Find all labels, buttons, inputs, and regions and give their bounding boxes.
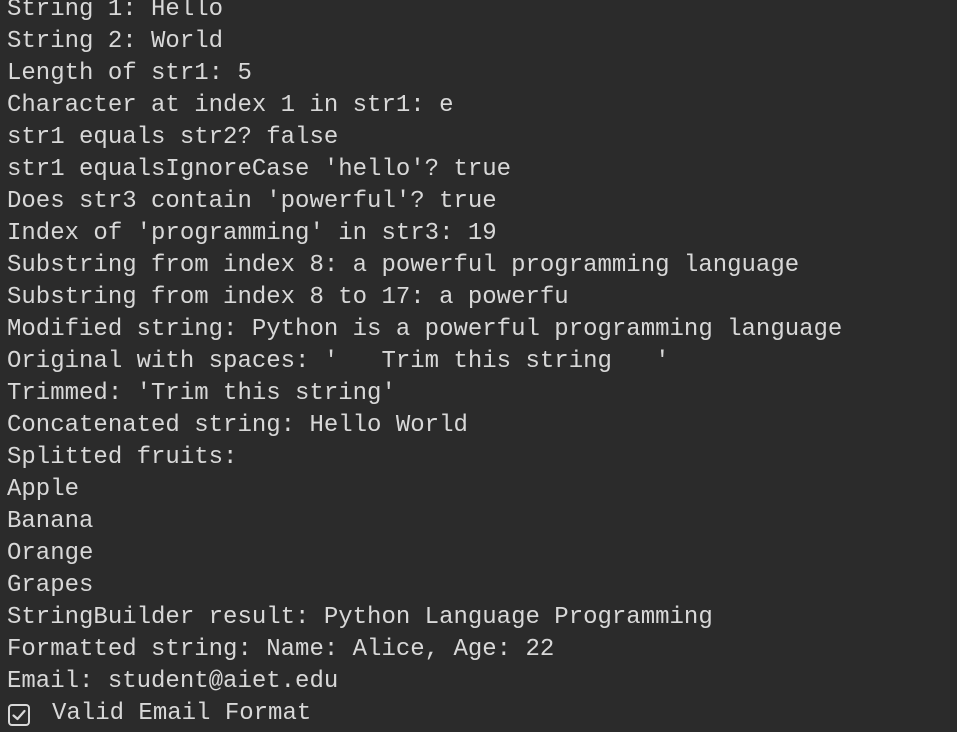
console-line: String 1: Hello xyxy=(7,0,224,23)
console-line: Modified string: Python is a powerful pr… xyxy=(7,316,843,343)
console-line: Substring from index 8: a powerful progr… xyxy=(7,252,800,279)
console-output: String 1: Hello String 2: World Length o… xyxy=(0,0,957,732)
console-line: Index of 'programming' in str3: 19 xyxy=(7,220,497,247)
console-line: Grapes xyxy=(7,572,94,599)
console-line: Apple xyxy=(7,476,80,503)
console-line: Does str3 contain 'powerful'? true xyxy=(7,188,497,215)
console-line: Original with spaces: ' Trim this string… xyxy=(7,348,670,375)
console-line: StringBuilder result: Python Language Pr… xyxy=(7,604,713,631)
console-line: Trimmed: 'Trim this string' xyxy=(7,380,396,407)
console-line: Splitted fruits: xyxy=(7,444,238,471)
console-line: Banana xyxy=(7,508,94,535)
console-line: Email: student@aiet.edu xyxy=(7,668,339,695)
console-line: Formatted string: Name: Alice, Age: 22 xyxy=(7,636,555,663)
console-line: Substring from index 8 to 17: a powerfu xyxy=(7,284,569,311)
console-line: str1 equalsIgnoreCase 'hello'? true xyxy=(7,156,512,183)
console-line: str1 equals str2? false xyxy=(7,124,339,151)
console-line: Concatenated string: Hello World xyxy=(7,412,468,439)
valid-email-text: Valid Email Format xyxy=(52,700,312,727)
console-line: Length of str1: 5 xyxy=(7,60,252,87)
valid-email-line: Valid Email Format xyxy=(7,698,957,730)
console-line: String 2: World xyxy=(7,28,224,55)
checkbox-checked-icon xyxy=(7,698,33,730)
console-line: Character at index 1 in str1: e xyxy=(7,92,454,119)
console-line: Orange xyxy=(7,540,94,567)
